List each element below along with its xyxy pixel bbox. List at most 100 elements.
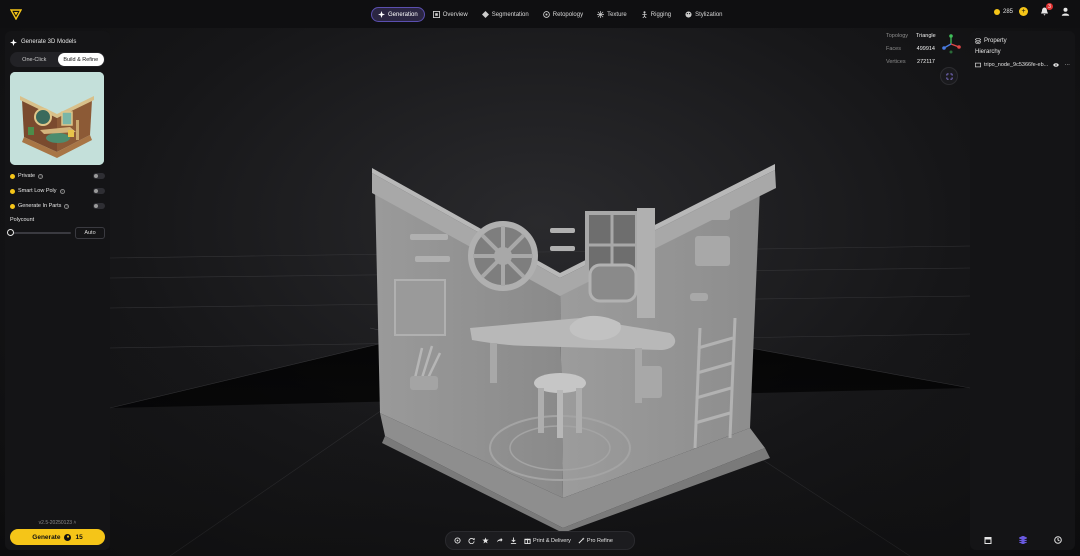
tab-generation[interactable]: Generation (371, 7, 425, 22)
generate-label: Generate (32, 533, 61, 541)
premium-dot-icon (10, 188, 15, 194)
option-label: Private (18, 173, 36, 179)
history-icon[interactable] (1053, 536, 1062, 544)
tab-stylization[interactable]: Stylization (679, 7, 728, 22)
topology-label: Topology (886, 33, 909, 39)
options-list: Private? Smart Low Poly? Generate In Par… (10, 169, 105, 213)
star-icon[interactable] (482, 537, 489, 544)
sparkle-icon (378, 11, 385, 18)
premium-dot-icon (10, 173, 15, 179)
option-generate-in-parts: Generate In Parts? (10, 199, 105, 213)
overview-icon (432, 11, 440, 18)
coin-icon (993, 8, 1000, 15)
tab-label: Segmentation (491, 11, 529, 18)
archive-icon[interactable] (984, 536, 992, 544)
faces-value: 499914 (916, 46, 935, 52)
stool (534, 373, 586, 438)
credits-value: 285 (1002, 8, 1013, 15)
help-icon[interactable]: ? (38, 173, 44, 179)
tab-rigging[interactable]: Rigging (635, 7, 677, 22)
mode-one-click[interactable]: One-Click (11, 53, 58, 66)
property-header[interactable]: Property (975, 36, 1070, 46)
generate-cost: 15 (75, 533, 83, 541)
tab-label: Overview (442, 11, 468, 18)
vertices-value: 272117 (917, 59, 935, 65)
print-delivery-button[interactable]: Print & Delivery (524, 537, 571, 544)
sparkle-icon (10, 38, 17, 46)
top-right-controls: 285 + 3 (993, 3, 1070, 16)
eye-icon[interactable] (1052, 62, 1059, 68)
tab-label: Generation (388, 11, 418, 18)
model-stats: Topology Triangle Faces 499914 Vertices 272… (886, 30, 936, 69)
add-credits-button[interactable]: + (1019, 7, 1028, 16)
mode-build-refine[interactable]: Build & Refine (57, 53, 104, 66)
more-options-icon[interactable]: ··· (1065, 62, 1071, 68)
version-selector[interactable]: v2.5-20250123 ˄ (5, 520, 110, 526)
help-icon[interactable]: ? (64, 203, 70, 209)
vertices-label: Vertices (886, 59, 906, 65)
left-panel: Generate 3D Models One-Click Build & Ref… (5, 31, 110, 550)
polycount-label: Polycount (10, 217, 35, 223)
tab-label: Retopology (552, 11, 584, 18)
rotate-icon[interactable] (468, 537, 475, 544)
layers-active-icon[interactable] (1018, 536, 1027, 544)
user-icon[interactable] (1061, 7, 1070, 16)
3d-viewport[interactable] (110, 28, 970, 556)
tab-segmentation[interactable]: Segmentation (476, 7, 535, 22)
private-toggle[interactable] (93, 173, 105, 179)
faces-label: Faces (886, 46, 901, 52)
property-label: Property (984, 38, 1007, 44)
texture-icon (597, 11, 605, 18)
reset-view-icon[interactable] (454, 537, 461, 544)
panel-title: Generate 3D Models (21, 39, 77, 45)
option-label: Generate In Parts (18, 203, 62, 209)
room-preview-image (10, 72, 104, 165)
hierarchy-node[interactable]: tripo_node_9c5366fe-eb... ··· (975, 62, 1070, 68)
option-label: Smart Low Poly (18, 188, 57, 194)
segmentation-icon (481, 11, 489, 18)
right-panel: Property Hierarchy tripo_node_9c5366fe-e… (970, 31, 1075, 550)
node-name: tripo_node_9c5366fe-eb... (984, 62, 1049, 68)
tab-texture[interactable]: Texture (591, 7, 633, 22)
slider-knob[interactable] (7, 229, 14, 236)
tab-retopology[interactable]: Retopology (537, 7, 589, 22)
topology-value: Triangle (916, 33, 936, 39)
mode-switch: One-Click Build & Refine (10, 52, 105, 67)
module-tabs: Generation Overview Segmentation Retopol… (371, 7, 729, 22)
notification-badge: 3 (1046, 3, 1053, 10)
panel-header: Generate 3D Models (10, 36, 105, 48)
camera-button[interactable] (940, 67, 958, 85)
hierarchy-label: Hierarchy (975, 49, 1001, 55)
generate-in-parts-toggle[interactable] (93, 203, 105, 209)
help-icon[interactable]: ? (59, 188, 65, 194)
premium-dot-icon (10, 203, 15, 209)
credits-display[interactable]: 285 (993, 8, 1013, 15)
magic-wand-icon (578, 537, 585, 544)
logo-icon[interactable] (10, 8, 22, 20)
gift-icon (524, 538, 531, 544)
pro-refine-label: Pro Refine (586, 537, 613, 544)
polycount-auto-button[interactable]: Auto (75, 227, 105, 239)
smart-low-poly-toggle[interactable] (93, 188, 105, 194)
notifications-button[interactable]: 3 (1040, 3, 1053, 16)
tab-label: Stylization (695, 11, 723, 18)
tab-label: Rigging (650, 11, 672, 18)
tab-label: Texture (607, 11, 627, 18)
polycount-slider[interactable] (7, 229, 71, 236)
chevron-up-icon: ˄ (73, 520, 77, 526)
round-window (468, 221, 538, 291)
retopology-icon (542, 11, 550, 18)
axis-gizmo-icon[interactable] (940, 33, 962, 55)
generate-button[interactable]: Generate ● 15 (10, 529, 105, 545)
camera-view-icon (945, 72, 953, 80)
polycount-control: Auto (7, 227, 105, 239)
input-image-thumbnail[interactable] (10, 72, 104, 165)
version-label: v2.5-20250123 (38, 520, 73, 526)
top-bar: Generation Overview Segmentation Retopol… (0, 0, 1080, 28)
pro-refine-button[interactable]: Pro Refine (578, 537, 613, 544)
share-icon[interactable] (496, 537, 503, 544)
download-icon[interactable] (510, 537, 517, 544)
tab-overview[interactable]: Overview (427, 7, 474, 22)
bottom-toolbar: Print & Delivery Pro Refine (445, 531, 635, 550)
stylization-icon (685, 11, 692, 18)
